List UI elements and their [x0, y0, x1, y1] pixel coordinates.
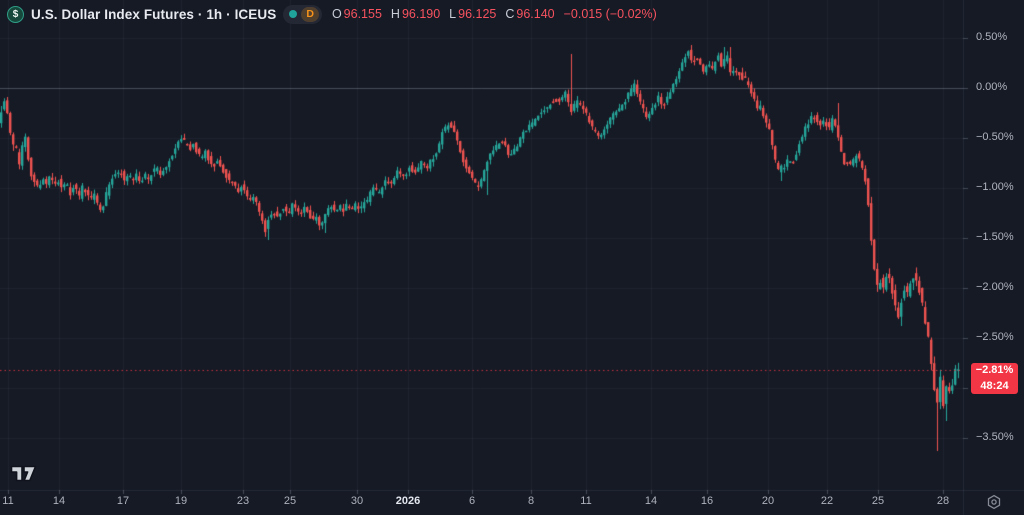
ohlc-letter: O [332, 7, 342, 21]
time-tick-label: 30 [351, 495, 363, 507]
last-price-label: −2.81% 48:24 [971, 363, 1018, 394]
time-tick-label: 22 [821, 495, 833, 507]
tv-logo-glyph-7 [24, 467, 36, 481]
price-tick-label: −1.50% [976, 231, 1014, 243]
market-status-pill[interactable]: D [283, 5, 322, 24]
time-tick-label: 6 [469, 495, 475, 507]
time-tick-label: 25 [872, 495, 884, 507]
price-tick-label: 0.50% [976, 31, 1007, 43]
symbol-title[interactable]: U.S. Dollar Index Futures · 1h · ICEUS [31, 7, 276, 22]
time-tick-label: 11 [580, 495, 591, 507]
time-tick-label: 2026 [396, 495, 420, 507]
time-tick-label: 19 [175, 495, 187, 507]
ohlc-pair: O96.155 [332, 7, 382, 21]
price-tick-label: −3.50% [976, 431, 1014, 443]
delayed-data-badge: D [301, 7, 319, 22]
ohlc-value: 96.125 [458, 7, 496, 21]
bar-countdown: 48:24 [971, 379, 1018, 395]
ohlc-readout: O96.155 H96.190 L96.125 C96.140 −0.015 (−0.0… [332, 7, 657, 21]
time-axis[interactable]: 11 14 17 19 23 25 30 2026 6 8 11 14 16 20 22 25 28 [0, 490, 1024, 515]
time-tick-label: 17 [117, 495, 129, 507]
price-tick-label: −2.00% [976, 281, 1014, 293]
ohlc-letter: H [391, 7, 400, 21]
price-axis[interactable]: 0.50% 0.00% −0.50% −1.00% −1.50% −2.00% −2.50%… [962, 0, 1024, 490]
tradingview-logo[interactable] [10, 465, 38, 483]
price-tick-label: −2.50% [976, 331, 1014, 343]
time-tick-label: 16 [701, 495, 713, 507]
dollar-sign: $ [13, 9, 19, 20]
price-tick-label: −1.00% [976, 181, 1014, 193]
price-chart-canvas[interactable] [0, 0, 1024, 515]
ohlc-pair: C96.140 [505, 7, 554, 21]
symbol-logo-icon[interactable]: $ [7, 6, 24, 23]
tradingview-chart-window: $ U.S. Dollar Index Futures · 1h · ICEUS… [0, 0, 1024, 515]
ohlc-value: 96.190 [402, 7, 440, 21]
tv-logo-glyph-1 [12, 467, 23, 481]
last-price-change-value: −2.81% [971, 363, 1018, 379]
price-tick-label: 0.00% [976, 81, 1007, 93]
ohlc-value: 96.155 [344, 7, 382, 21]
time-tick-label: 14 [645, 495, 657, 507]
time-tick-label: 25 [284, 495, 296, 507]
symbol-header: $ U.S. Dollar Index Futures · 1h · ICEUS… [7, 4, 657, 24]
axis-settings-gear-icon[interactable] [986, 494, 1002, 510]
time-tick-label: 20 [762, 495, 774, 507]
time-tick-label: 23 [237, 495, 249, 507]
market-status-dot-icon [289, 10, 297, 18]
change-readout: −0.015 (−0.02%) [564, 7, 657, 21]
ohlc-value: 96.140 [516, 7, 554, 21]
time-tick-label: 28 [937, 495, 949, 507]
price-tick-label: −0.50% [976, 131, 1014, 143]
time-tick-label: 14 [53, 495, 65, 507]
ohlc-letter: L [449, 7, 456, 21]
time-tick-label: 8 [528, 495, 534, 507]
time-tick-label: 11 [2, 495, 13, 507]
ohlc-pair: H96.190 [391, 7, 440, 21]
ohlc-pair: L96.125 [449, 7, 496, 21]
ohlc-letter: C [505, 7, 514, 21]
